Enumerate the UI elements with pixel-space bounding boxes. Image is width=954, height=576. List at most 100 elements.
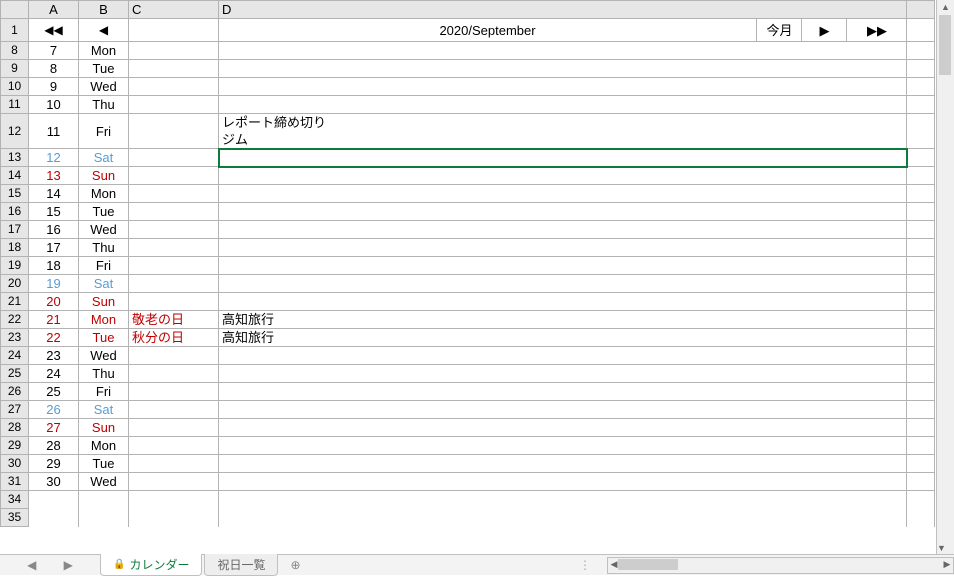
weekday-cell[interactable]: Sun: [79, 293, 129, 311]
holiday-name-cell[interactable]: [129, 419, 219, 437]
holiday-name-cell[interactable]: [129, 455, 219, 473]
cell-E[interactable]: [907, 455, 935, 473]
weekday-cell[interactable]: Mon: [79, 42, 129, 60]
row-header[interactable]: 28: [1, 419, 29, 437]
event-cell[interactable]: [219, 167, 907, 185]
holiday-name-cell[interactable]: [129, 167, 219, 185]
horizontal-scrollbar[interactable]: ◀ ▶: [607, 557, 954, 574]
event-cell[interactable]: 高知旅行: [219, 311, 907, 329]
col-header-B[interactable]: B: [79, 1, 129, 19]
day-number-cell[interactable]: 9: [29, 78, 79, 96]
weekday-cell[interactable]: Sat: [79, 401, 129, 419]
day-number-cell[interactable]: 8: [29, 60, 79, 78]
event-cell[interactable]: [219, 257, 907, 275]
day-number-cell[interactable]: 10: [29, 96, 79, 114]
event-cell[interactable]: [219, 96, 907, 114]
cell[interactable]: [907, 509, 935, 527]
weekday-cell[interactable]: Fri: [79, 257, 129, 275]
row-header[interactable]: 29: [1, 437, 29, 455]
nav-back-fast-button[interactable]: ◀◀: [29, 19, 79, 42]
weekday-cell[interactable]: Wed: [79, 221, 129, 239]
tab-nav-last-icon[interactable]: ▶: [64, 558, 73, 572]
cell-E[interactable]: [907, 437, 935, 455]
row-header[interactable]: 24: [1, 347, 29, 365]
day-number-cell[interactable]: 18: [29, 257, 79, 275]
tab-calendar[interactable]: 🔒 カレンダー: [100, 554, 202, 576]
event-cell[interactable]: [219, 185, 907, 203]
tab-split-handle[interactable]: ⋮: [579, 558, 591, 572]
event-cell[interactable]: レポート締め切り ジム: [219, 114, 907, 149]
cell-E[interactable]: [907, 114, 935, 149]
event-cell[interactable]: [219, 275, 907, 293]
weekday-cell[interactable]: Fri: [79, 383, 129, 401]
scroll-up-icon[interactable]: ▲: [937, 0, 954, 14]
cell-E[interactable]: [907, 203, 935, 221]
weekday-cell[interactable]: Tue: [79, 60, 129, 78]
cell[interactable]: [129, 491, 219, 509]
holiday-name-cell[interactable]: 秋分の日: [129, 329, 219, 347]
holiday-name-cell[interactable]: [129, 473, 219, 491]
cell-E[interactable]: [907, 275, 935, 293]
weekday-cell[interactable]: Wed: [79, 473, 129, 491]
col-header-D[interactable]: D: [219, 1, 907, 19]
cell-C1[interactable]: [129, 19, 219, 42]
cell[interactable]: [219, 509, 907, 527]
row-header[interactable]: 34: [1, 491, 29, 509]
cell-E[interactable]: [907, 293, 935, 311]
event-cell[interactable]: [219, 419, 907, 437]
event-cell[interactable]: [219, 401, 907, 419]
tab-nav-first-icon[interactable]: ◀: [27, 558, 36, 572]
row-header[interactable]: 19: [1, 257, 29, 275]
cell-E[interactable]: [907, 419, 935, 437]
scroll-down-icon[interactable]: ▼: [937, 541, 946, 555]
row-header[interactable]: 10: [1, 78, 29, 96]
cell-E[interactable]: [907, 383, 935, 401]
day-number-cell[interactable]: 20: [29, 293, 79, 311]
holiday-name-cell[interactable]: [129, 383, 219, 401]
day-number-cell[interactable]: 19: [29, 275, 79, 293]
holiday-name-cell[interactable]: [129, 347, 219, 365]
day-number-cell[interactable]: 14: [29, 185, 79, 203]
holiday-name-cell[interactable]: [129, 185, 219, 203]
holiday-name-cell[interactable]: [129, 60, 219, 78]
weekday-cell[interactable]: Mon: [79, 185, 129, 203]
holiday-name-cell[interactable]: [129, 78, 219, 96]
row-header[interactable]: 23: [1, 329, 29, 347]
cell-E[interactable]: [907, 311, 935, 329]
weekday-cell[interactable]: Sat: [79, 275, 129, 293]
day-number-cell[interactable]: 15: [29, 203, 79, 221]
day-number-cell[interactable]: 23: [29, 347, 79, 365]
select-all-corner[interactable]: [1, 1, 29, 19]
nav-forward-button[interactable]: ▶: [801, 19, 847, 41]
holiday-name-cell[interactable]: [129, 96, 219, 114]
event-cell[interactable]: [219, 78, 907, 96]
row-header[interactable]: 20: [1, 275, 29, 293]
weekday-cell[interactable]: Sun: [79, 167, 129, 185]
tab-nav-arrows[interactable]: ◀ ▶: [0, 558, 100, 572]
row-header-1[interactable]: 1: [1, 19, 29, 42]
cell-E[interactable]: [907, 185, 935, 203]
cell-E1[interactable]: [907, 19, 935, 42]
day-number-cell[interactable]: 16: [29, 221, 79, 239]
cell[interactable]: [79, 491, 129, 509]
cell[interactable]: [29, 491, 79, 509]
day-number-cell[interactable]: 26: [29, 401, 79, 419]
cell-E[interactable]: [907, 365, 935, 383]
cell-E[interactable]: [907, 401, 935, 419]
col-header-A[interactable]: A: [29, 1, 79, 19]
col-header-E[interactable]: [907, 1, 935, 19]
cell-E[interactable]: [907, 42, 935, 60]
row-header[interactable]: 13: [1, 149, 29, 167]
cell-E[interactable]: [907, 78, 935, 96]
row-header[interactable]: 27: [1, 401, 29, 419]
holiday-name-cell[interactable]: [129, 149, 219, 167]
row-header[interactable]: 15: [1, 185, 29, 203]
holiday-name-cell[interactable]: [129, 365, 219, 383]
day-number-cell[interactable]: 25: [29, 383, 79, 401]
hscroll-thumb[interactable]: [618, 559, 678, 570]
cell-E[interactable]: [907, 257, 935, 275]
event-cell[interactable]: [219, 293, 907, 311]
day-number-cell[interactable]: 30: [29, 473, 79, 491]
event-cell[interactable]: [219, 473, 907, 491]
cell[interactable]: [219, 491, 907, 509]
